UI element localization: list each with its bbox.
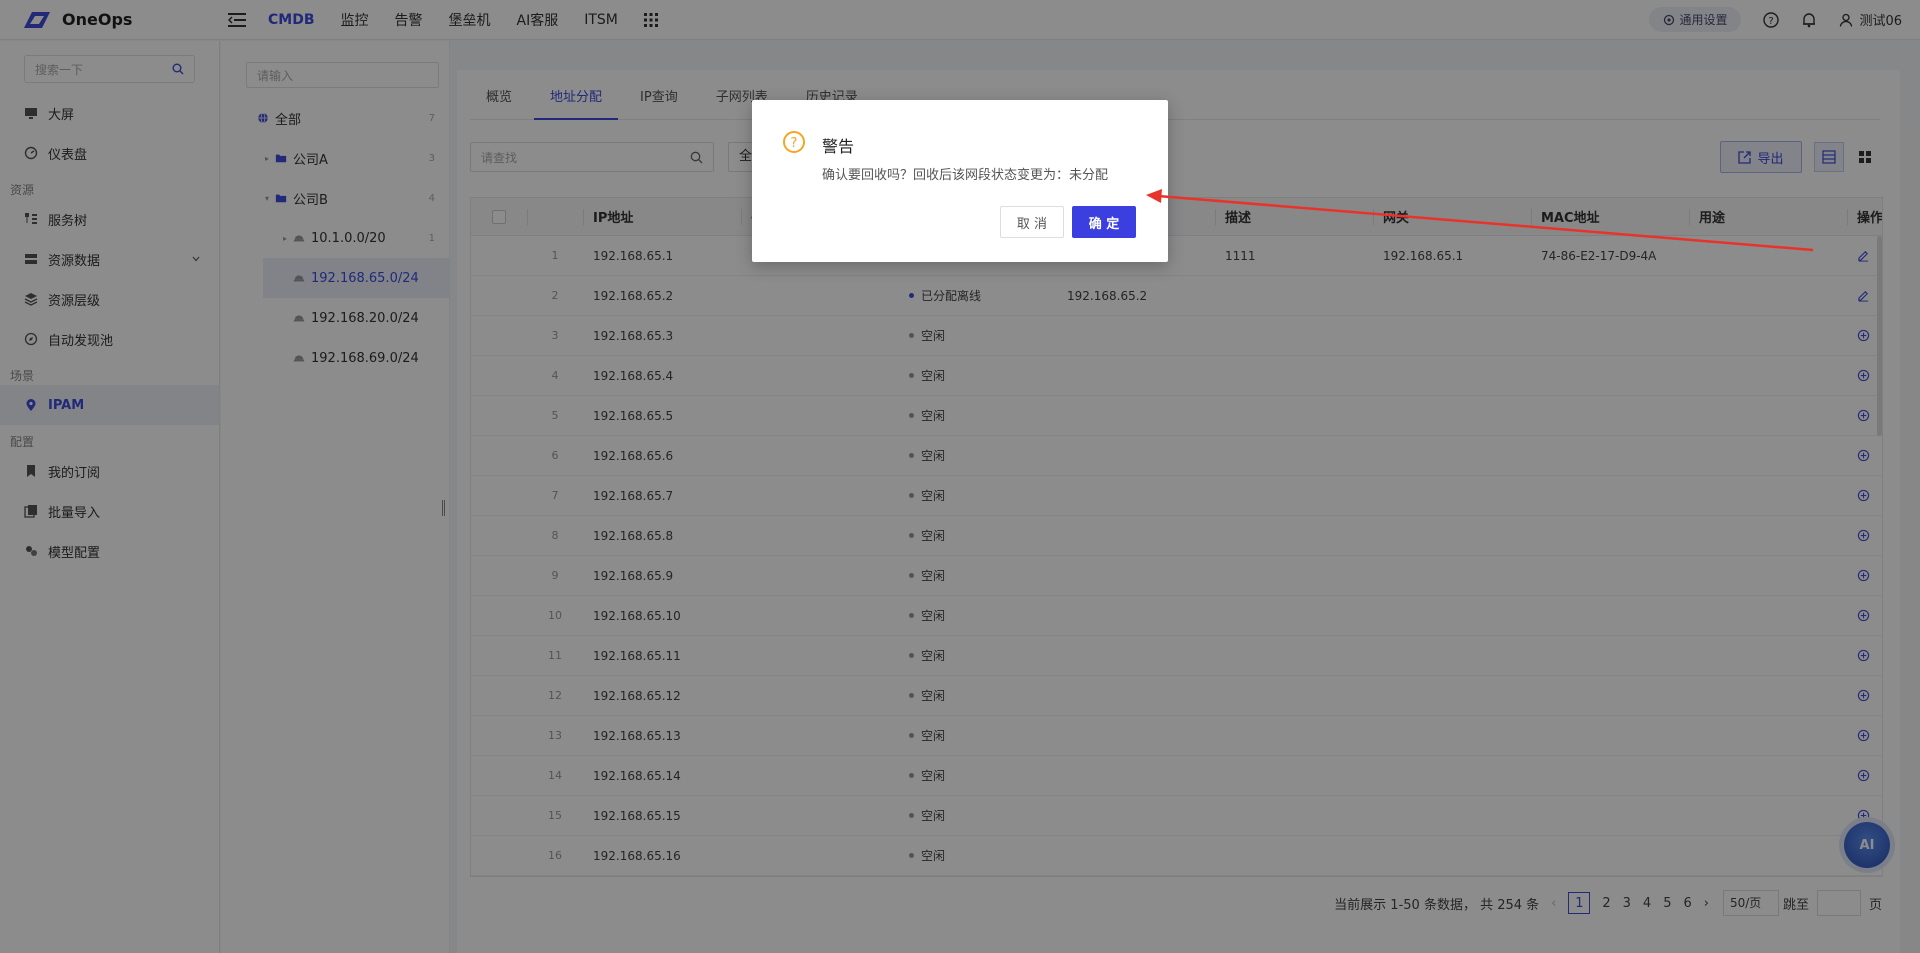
- annotation-arrow: [1146, 189, 1814, 252]
